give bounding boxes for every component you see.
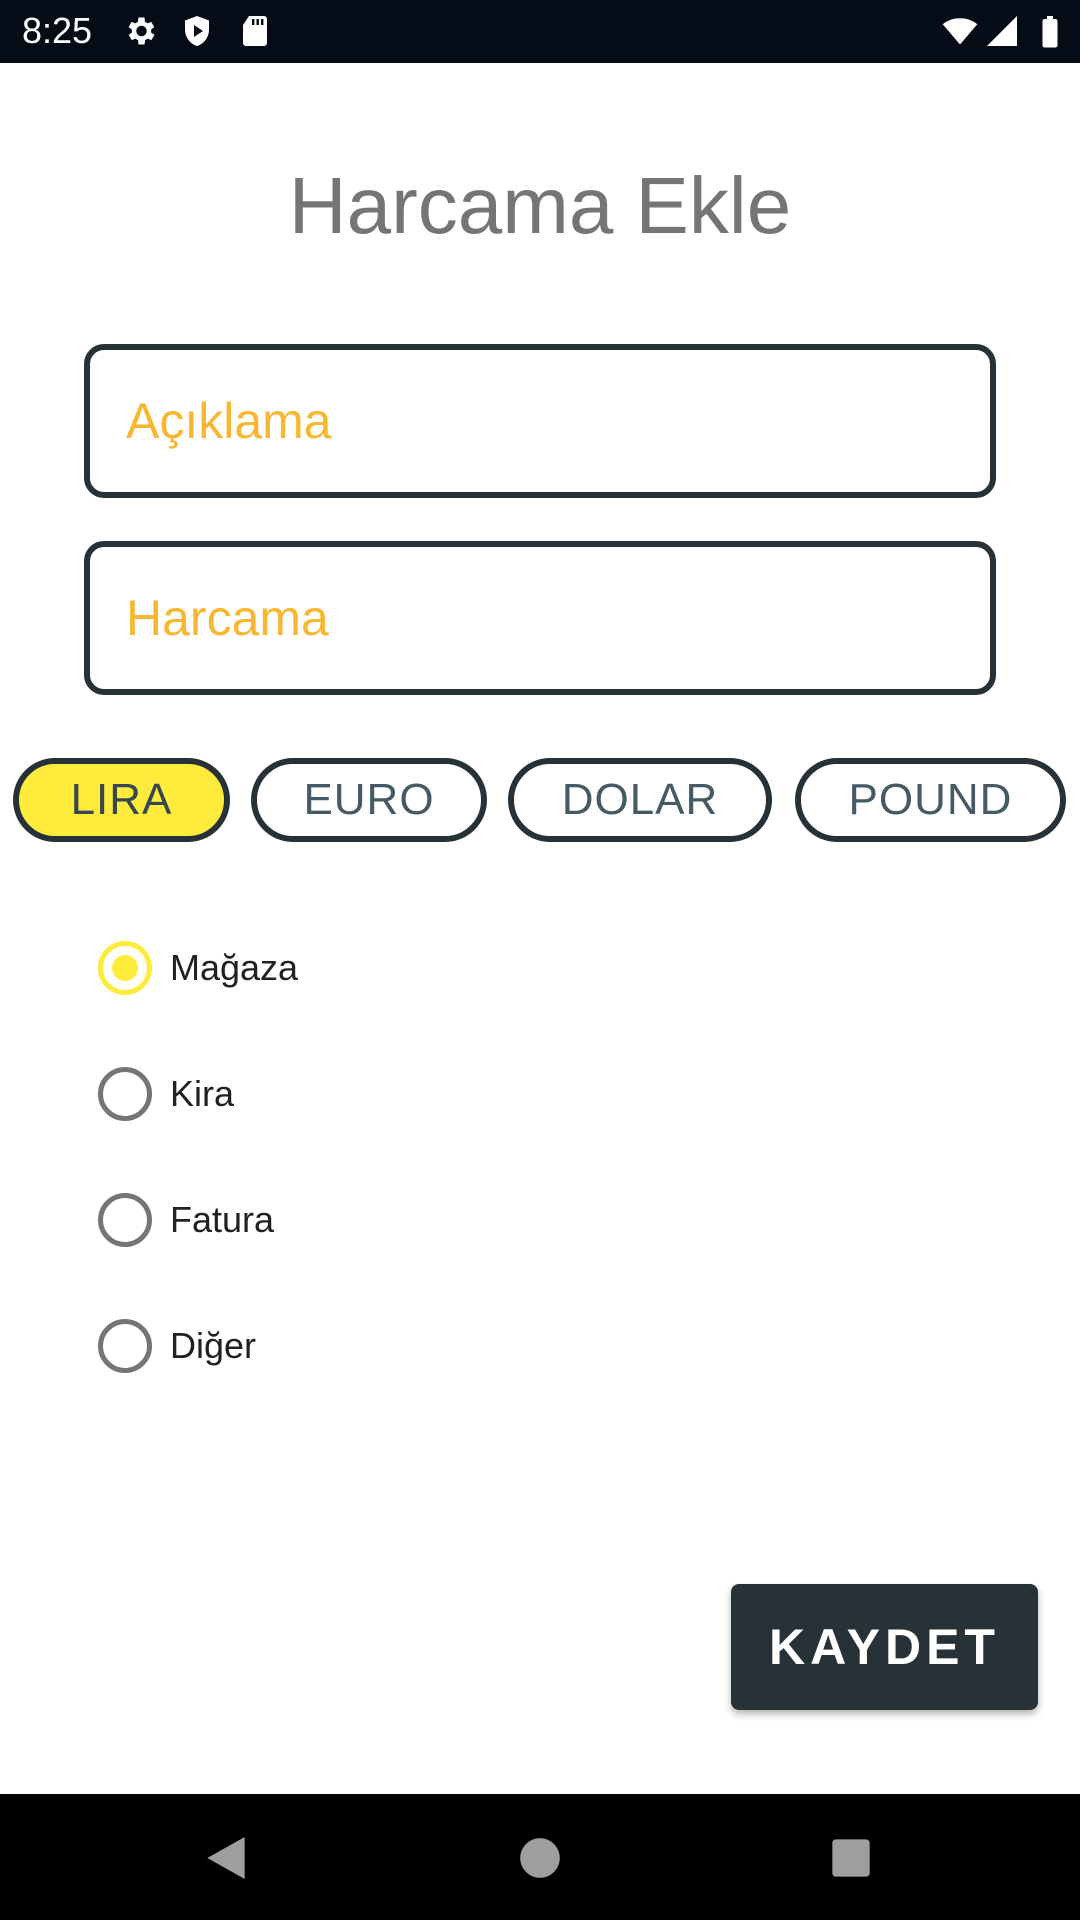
status-time: 8:25 [22, 10, 93, 51]
currency-chip-dolar[interactable]: DOLAR [508, 758, 772, 842]
radio-option-diger[interactable]: Diğer [98, 1318, 256, 1374]
status-bar: 8:25 [0, 0, 1080, 63]
description-input[interactable] [126, 350, 956, 492]
save-button[interactable]: KAYDET [731, 1584, 1038, 1710]
home-icon[interactable] [512, 1830, 568, 1886]
description-field[interactable] [84, 344, 996, 498]
radio-label: Diğer [170, 1325, 257, 1366]
radio-button-checked[interactable] [98, 941, 152, 995]
gear-icon [128, 17, 155, 45]
currency-chip-lira[interactable]: LIRA [13, 758, 230, 842]
page-title: Harcama Ekle [288, 161, 792, 250]
navigation-bar [0, 1794, 1080, 1920]
shield-play-icon [185, 16, 209, 46]
amount-field[interactable] [84, 541, 996, 695]
radio-option-fatura[interactable]: Fatura [98, 1192, 274, 1248]
radio-button[interactable] [98, 1319, 152, 1373]
radio-label: Kira [170, 1073, 235, 1114]
back-icon[interactable] [198, 1830, 254, 1886]
signal-icon [987, 16, 1017, 46]
radio-label: Fatura [170, 1199, 275, 1240]
currency-chip-euro[interactable]: EURO [251, 758, 487, 842]
battery-icon [1042, 16, 1058, 48]
radio-button[interactable] [98, 1193, 152, 1247]
radio-option-magaza[interactable]: Mağaza [98, 940, 298, 996]
radio-option-kira[interactable]: Kira [98, 1066, 234, 1122]
radio-label: Mağaza [170, 947, 299, 988]
amount-input[interactable] [126, 547, 956, 689]
sd-card-icon [243, 16, 267, 46]
wifi-icon [942, 18, 978, 45]
recents-icon[interactable] [823, 1830, 879, 1886]
radio-button[interactable] [98, 1067, 152, 1121]
currency-chip-pound[interactable]: POUND [795, 758, 1066, 842]
